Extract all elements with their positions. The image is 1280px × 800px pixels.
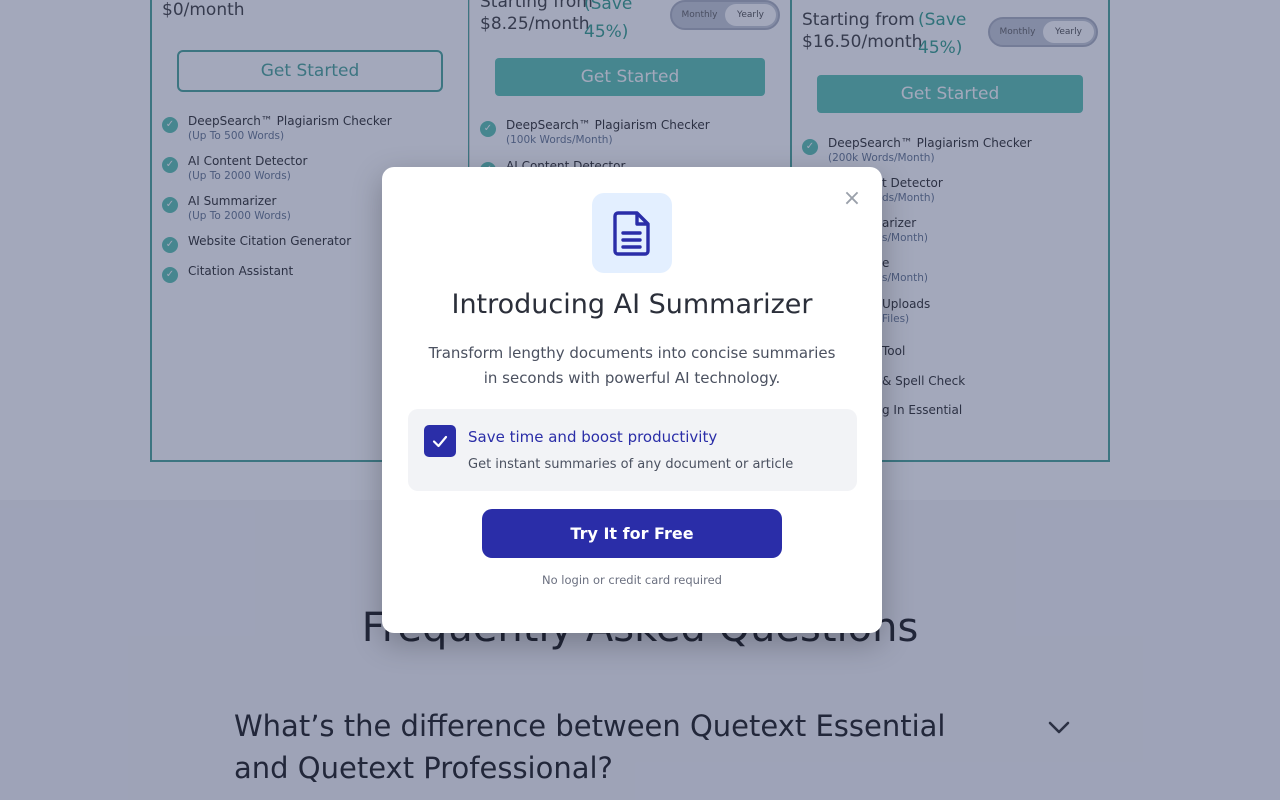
- ai-summarizer-modal: × Introducing AI Summarizer Transform le…: [382, 167, 882, 633]
- checkbox-icon: [424, 425, 456, 457]
- benefit-box: Save time and boost productivity Get ins…: [408, 409, 857, 491]
- no-login-note: No login or credit card required: [542, 573, 722, 587]
- modal-description: Transform lengthy documents into concise…: [428, 344, 836, 387]
- modal-title: Introducing AI Summarizer: [451, 289, 813, 320]
- benefit-subtitle: Get instant summaries of any document or…: [468, 457, 794, 472]
- benefit-title: Save time and boost productivity: [468, 428, 718, 446]
- document-icon-container: [592, 193, 672, 273]
- try-it-free-button[interactable]: Try It for Free: [482, 509, 782, 558]
- close-icon[interactable]: ×: [842, 188, 862, 210]
- document-icon: [613, 211, 650, 256]
